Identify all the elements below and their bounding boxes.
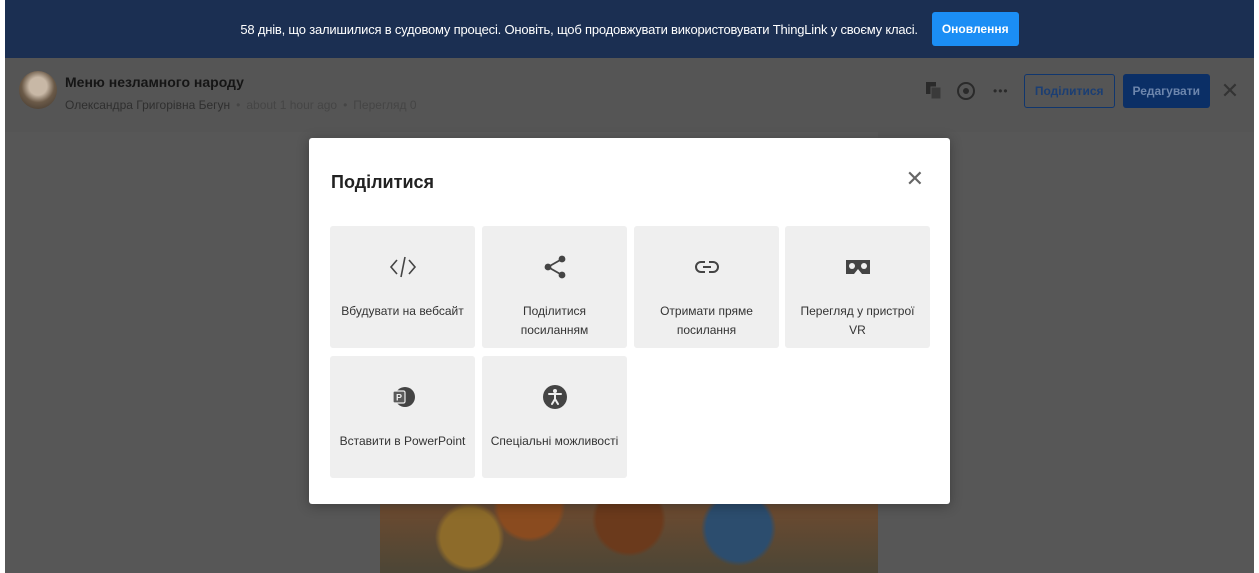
vr-headset-icon: [785, 254, 930, 280]
share-icon: [482, 254, 627, 280]
meta-separator: •: [236, 98, 241, 112]
tile-label: Вбудувати на вебсайт: [341, 304, 464, 318]
timestamp: about 1 hour ago: [246, 98, 338, 112]
code-icon: [330, 254, 475, 280]
tile-label: Поділитися посиланням: [520, 304, 589, 337]
trial-message: 58 днів, що залишилися в судовому процес…: [240, 21, 918, 37]
trial-banner: 58 днів, що залишилися в судовому процес…: [5, 0, 1254, 58]
accessibility-option[interactable]: Спеціальні можливості: [482, 356, 627, 478]
view-count: Перегляд 0: [353, 98, 417, 112]
tile-label: Вставити в PowerPoint: [339, 434, 466, 448]
svg-text:P: P: [395, 393, 401, 403]
close-viewer-icon[interactable]: ✕: [1218, 78, 1242, 104]
embed-website-option[interactable]: Вбудувати на вебсайт: [330, 226, 475, 348]
eye-icon[interactable]: [954, 79, 978, 103]
share-button[interactable]: Поділитися: [1023, 74, 1115, 108]
insert-powerpoint-option[interactable]: P Вставити в PowerPoint: [330, 356, 475, 478]
tile-label: Отримати пряме посилання: [660, 304, 753, 337]
avatar[interactable]: [19, 71, 57, 109]
tile-label: Спеціальні можливості: [490, 434, 619, 448]
scene-title: Меню незламного народу: [65, 74, 244, 90]
dialog-title: Поділитися: [331, 172, 435, 192]
tile-label: Перегляд у пристрої VR: [800, 304, 915, 337]
close-dialog-icon[interactable]: ✕: [906, 168, 924, 190]
copy-icon[interactable]: [922, 79, 946, 103]
direct-link-option[interactable]: Отримати пряме посилання: [634, 226, 779, 348]
accessibility-icon: [482, 384, 627, 410]
meta-separator: •: [343, 98, 348, 112]
more-options-icon[interactable]: •••: [986, 79, 1016, 103]
scene-meta: Олександра Григорівна Бегун • about 1 ho…: [65, 98, 417, 112]
upgrade-button[interactable]: Оновлення: [931, 12, 1019, 46]
share-link-option[interactable]: Поділитися посиланням: [482, 226, 627, 348]
scene-header: Меню незламного народу Олександра Григор…: [5, 58, 1254, 132]
link-icon: [634, 254, 779, 280]
powerpoint-icon: P: [330, 384, 475, 410]
share-dialog: Поділитися ✕ Вбудувати на вебсайт Поділи…: [309, 138, 950, 504]
header-actions: ••• Поділитися Редагувати ✕: [922, 74, 1242, 108]
edit-button[interactable]: Редагувати: [1122, 74, 1210, 108]
vr-view-option[interactable]: Перегляд у пристрої VR: [785, 226, 930, 348]
author-name[interactable]: Олександра Григорівна Бегун: [65, 98, 230, 112]
